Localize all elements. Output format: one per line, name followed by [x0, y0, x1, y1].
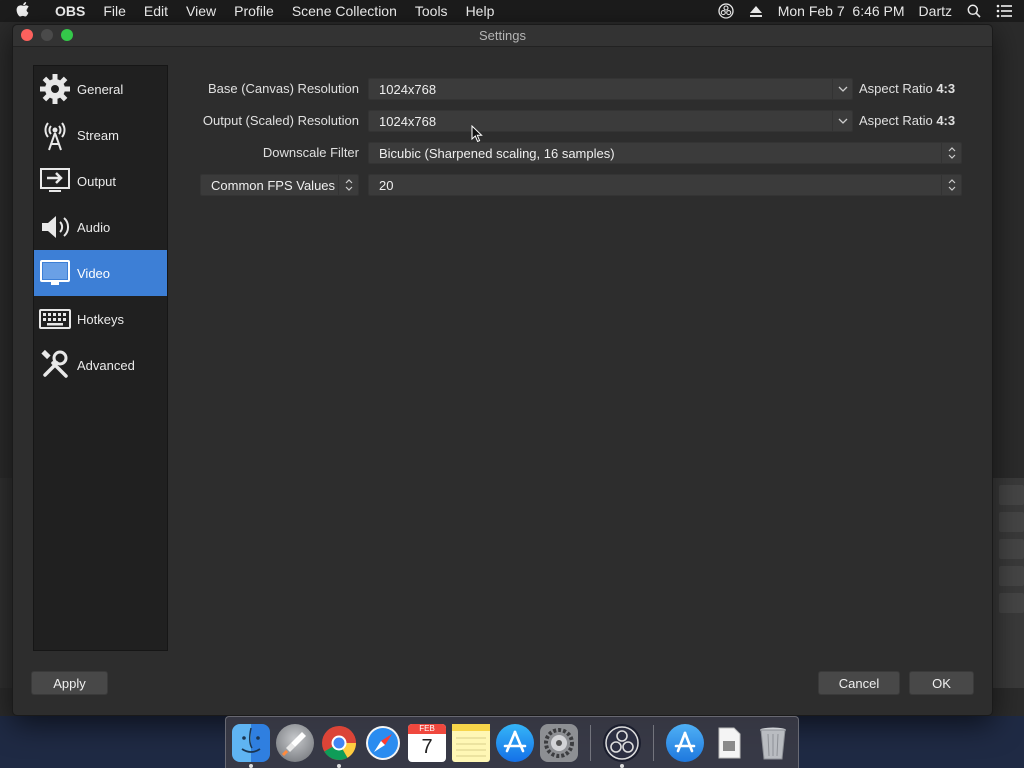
output-aspect-value: 4:3 — [936, 113, 956, 128]
documents-stack-icon[interactable] — [710, 724, 748, 762]
apple-icon[interactable] — [0, 1, 46, 21]
fps-value: 20 — [379, 177, 394, 193]
menu-profile[interactable]: Profile — [225, 3, 283, 19]
menu-file[interactable]: File — [94, 3, 135, 19]
menu-help[interactable]: Help — [457, 3, 504, 19]
mouse-cursor-icon — [471, 125, 483, 143]
user-name[interactable]: Dartz — [919, 3, 952, 19]
output-resolution-label: Output (Scaled) Resolution — [202, 113, 359, 128]
running-indicator — [620, 763, 624, 768]
calendar-icon[interactable]: FEB 7 — [408, 723, 446, 762]
spotlight-search-icon[interactable] — [966, 3, 982, 19]
trash-icon[interactable] — [754, 724, 792, 762]
settings-sidebar: General Stream Output Audio Video Hotkey… — [33, 65, 168, 651]
menu-view[interactable]: View — [177, 3, 225, 19]
downscale-filter-value: Bicubic (Sharpened scaling, 16 samples) — [379, 145, 615, 161]
chrome-icon[interactable] — [320, 724, 358, 768]
menu-bar: OBS File Edit View Profile Scene Collect… — [0, 0, 1024, 22]
base-aspect-value: 4:3 — [936, 81, 956, 96]
sidebar-item-label: Advanced — [77, 357, 135, 373]
obs-main-window-right-panel — [993, 478, 1024, 688]
output-resolution-value: 1024x768 — [379, 113, 437, 129]
menu-app-obs[interactable]: OBS — [46, 3, 94, 19]
menu-tools[interactable]: Tools — [406, 3, 457, 19]
stepper-updown-icon[interactable] — [941, 143, 961, 163]
sidebar-item-video[interactable]: Video — [34, 250, 167, 296]
sidebar-item-output[interactable]: Output — [34, 158, 167, 204]
sidebar-item-stream[interactable]: Stream — [34, 112, 167, 158]
sidebar-item-advanced[interactable]: Advanced — [34, 342, 167, 388]
base-resolution-label: Base (Canvas) Resolution — [207, 81, 359, 96]
ok-button[interactable]: OK — [909, 671, 974, 695]
calendar-day: 7 — [421, 735, 433, 758]
sidebar-item-label: Stream — [77, 127, 119, 143]
background-control — [999, 593, 1024, 613]
finder-icon[interactable] — [232, 723, 270, 768]
background-control — [999, 512, 1024, 532]
sidebar-item-label: Output — [77, 173, 117, 189]
sidebar-item-hotkeys[interactable]: Hotkeys — [34, 296, 167, 342]
apply-button[interactable]: Apply — [31, 671, 108, 695]
safari-icon[interactable] — [364, 724, 402, 762]
menu-edit[interactable]: Edit — [135, 3, 177, 19]
clock[interactable]: Mon Feb 7 6:46 PM — [778, 3, 905, 19]
speaker-icon — [38, 210, 72, 244]
running-indicator — [337, 763, 341, 768]
base-aspect-prefix: Aspect Ratio — [859, 81, 933, 96]
window-title: Settings — [479, 28, 526, 43]
settings-window: Settings General Stream Output Audio Vid… — [12, 24, 993, 716]
tools-icon — [38, 348, 72, 382]
app-store-icon[interactable] — [496, 723, 534, 762]
keyboard-icon — [38, 302, 72, 336]
running-indicator — [249, 763, 253, 768]
output-aspect-ratio: Aspect Ratio 4:3 — [859, 113, 955, 128]
obs-main-window-left-edge — [0, 478, 12, 688]
base-aspect-ratio: Aspect Ratio 4:3 — [859, 81, 955, 96]
fps-type-value: Common FPS Values — [211, 177, 336, 193]
stepper-updown-icon[interactable] — [338, 175, 358, 195]
monitor-icon — [38, 256, 72, 290]
sidebar-item-label: Hotkeys — [77, 311, 124, 327]
stepper-updown-icon[interactable] — [941, 175, 961, 195]
dock: FEB 7 — [225, 716, 799, 768]
calendar-month: FEB — [408, 723, 446, 734]
obs-status-icon[interactable] — [718, 3, 734, 19]
sidebar-item-label: Audio — [77, 219, 111, 235]
output-icon — [38, 164, 72, 198]
dock-separator — [590, 724, 591, 761]
status-area: Mon Feb 7 6:46 PM Dartz — [718, 3, 1024, 19]
sidebar-item-audio[interactable]: Audio — [34, 204, 167, 250]
downscale-filter-select[interactable]: Bicubic (Sharpened scaling, 16 samples) — [368, 142, 962, 164]
output-resolution-combobox[interactable]: 1024x768 — [368, 110, 853, 132]
title-bar: Settings — [13, 25, 992, 47]
notification-center-icon[interactable] — [996, 3, 1012, 19]
launchpad-icon[interactable] — [276, 723, 314, 762]
cancel-button[interactable]: Cancel — [818, 671, 900, 695]
background-control — [999, 485, 1024, 505]
obs-app-icon[interactable] — [603, 723, 641, 768]
broadcast-icon — [38, 118, 72, 152]
gear-icon — [38, 72, 72, 106]
fps-value-select[interactable]: 20 — [368, 174, 962, 196]
fps-type-select[interactable]: Common FPS Values — [200, 174, 359, 196]
chevron-down-icon[interactable] — [832, 111, 852, 131]
output-aspect-prefix: Aspect Ratio — [859, 113, 933, 128]
sidebar-item-label: General — [77, 81, 124, 97]
base-resolution-value: 1024x768 — [379, 81, 437, 97]
chevron-down-icon[interactable] — [832, 79, 852, 99]
background-control — [999, 566, 1024, 586]
menu-scene-collection[interactable]: Scene Collection — [283, 3, 406, 19]
sidebar-item-general[interactable]: General — [34, 66, 167, 112]
system-preferences-icon[interactable] — [540, 723, 578, 762]
applications-folder-icon[interactable] — [666, 723, 704, 762]
downscale-filter-label: Downscale Filter — [262, 145, 359, 160]
background-control — [999, 539, 1024, 559]
sidebar-item-label: Video — [77, 265, 111, 281]
base-resolution-combobox[interactable]: 1024x768 — [368, 78, 853, 100]
notes-icon[interactable] — [452, 723, 490, 762]
eject-icon[interactable] — [748, 3, 764, 19]
dock-separator — [653, 724, 654, 761]
